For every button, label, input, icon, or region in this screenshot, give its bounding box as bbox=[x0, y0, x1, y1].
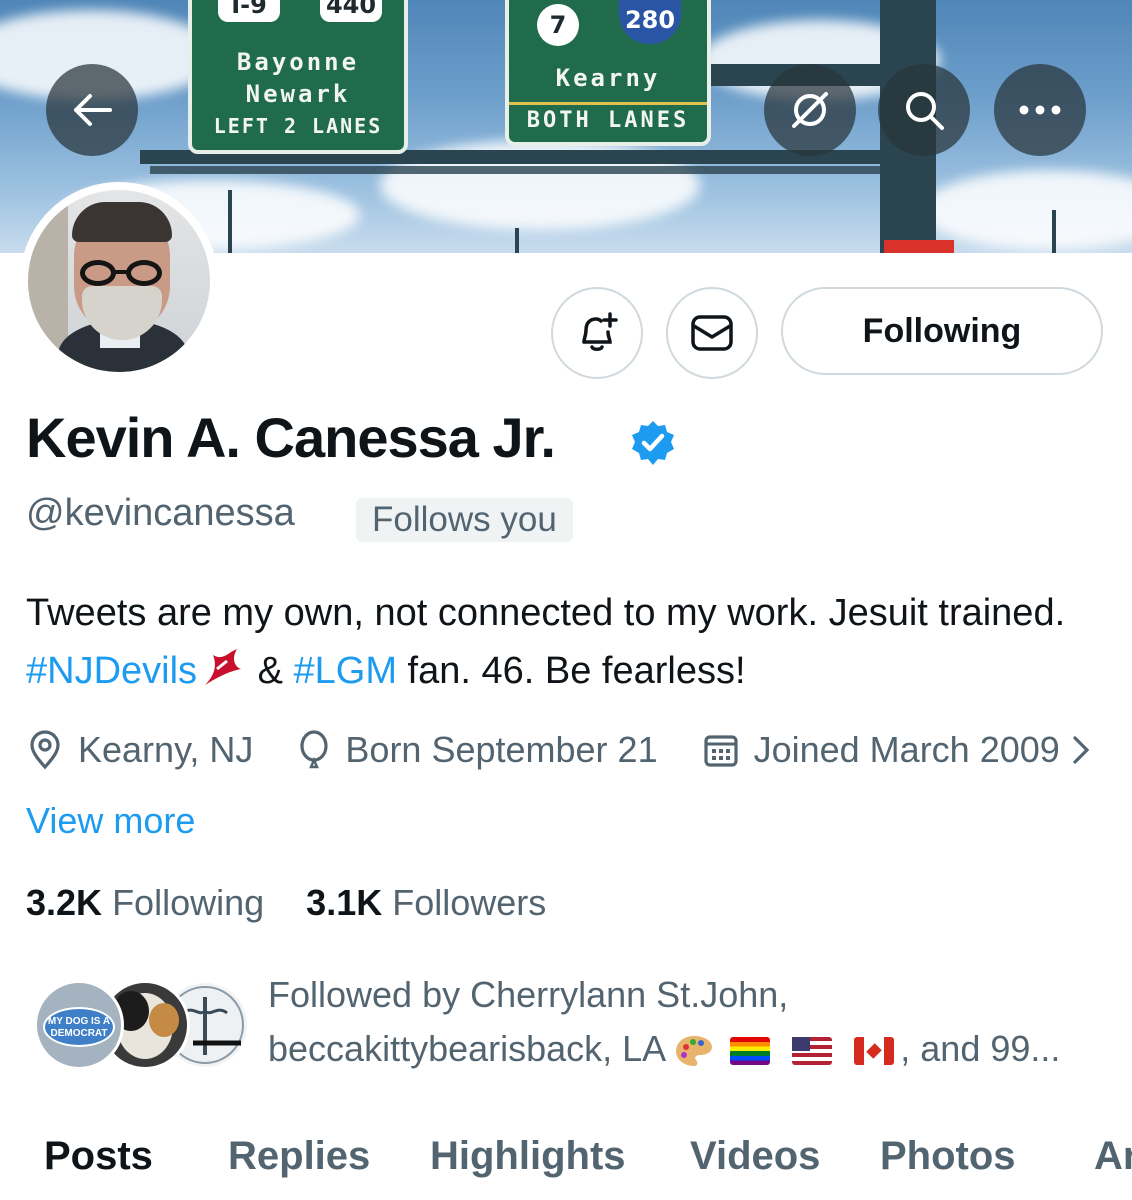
following-count-label: Following bbox=[112, 882, 265, 923]
profile-avatar[interactable] bbox=[20, 182, 218, 380]
message-button[interactable] bbox=[666, 287, 758, 379]
route-shield: I-9 bbox=[218, 0, 280, 22]
search-icon bbox=[906, 92, 944, 130]
route-shield: 280 bbox=[619, 0, 681, 44]
route-shield: 440 bbox=[320, 0, 382, 22]
follow-counts: 3.2K Following 3.1K Followers bbox=[26, 882, 546, 924]
tab-replies[interactable]: Replies bbox=[228, 1134, 370, 1179]
joined-item[interactable]: Joined March 2009 bbox=[702, 729, 1060, 771]
light-pole bbox=[228, 190, 232, 253]
sign-text: Kearny bbox=[555, 64, 661, 92]
sign-text: Bayonne bbox=[236, 48, 360, 76]
profile-bio: Tweets are my own, not connected to my w… bbox=[26, 584, 1116, 700]
chevron-right-icon[interactable] bbox=[1070, 733, 1092, 767]
hashtag-link[interactable]: #LGM bbox=[294, 650, 397, 692]
gantry-beam bbox=[150, 166, 910, 174]
more-dots-icon bbox=[1019, 105, 1061, 115]
mail-icon bbox=[691, 315, 733, 351]
followers-count: 3.1K bbox=[306, 882, 383, 923]
bell-plus-icon bbox=[582, 312, 618, 351]
tab-photos[interactable]: Photos bbox=[880, 1134, 1016, 1179]
notify-button[interactable] bbox=[551, 287, 643, 379]
red-sign bbox=[884, 240, 954, 253]
following-button[interactable]: Following bbox=[781, 287, 1103, 375]
grok-icon bbox=[792, 92, 828, 128]
us-flag-icon bbox=[792, 1037, 833, 1066]
rainbow-flag-icon bbox=[730, 1037, 771, 1066]
joined-text: Joined March 2009 bbox=[753, 729, 1060, 770]
bio-text: fan. 46. Be fearless! bbox=[397, 650, 746, 692]
location-pin-icon bbox=[30, 730, 60, 770]
view-more-link[interactable]: View more bbox=[26, 800, 195, 842]
route-shield: 7 bbox=[537, 4, 579, 46]
sign-text: BOTH LANES bbox=[509, 102, 707, 137]
followers-count-label: Followers bbox=[392, 882, 547, 923]
avatar-photo bbox=[28, 190, 210, 372]
sign-text: Newark bbox=[245, 80, 351, 108]
verified-badge-icon[interactable] bbox=[628, 418, 678, 468]
hashtag-link[interactable]: #NJDevils bbox=[26, 650, 197, 692]
birthday-item: Born September 21 bbox=[297, 729, 658, 771]
username-handle: @kevincanessa bbox=[26, 492, 295, 534]
birthday-text: Born September 21 bbox=[345, 729, 658, 770]
followed-by-more: , and 99... bbox=[900, 1028, 1061, 1069]
road-sign-right: 7 280 Kearny BOTH LANES bbox=[505, 0, 711, 146]
follows-you-badge: Follows you bbox=[356, 498, 573, 542]
followed-by-line2: beccakittybearisback, LA , and 99... bbox=[268, 1022, 1118, 1076]
calendar-icon bbox=[703, 735, 738, 767]
palette-emoji-icon bbox=[676, 1036, 713, 1067]
grok-button[interactable] bbox=[764, 64, 856, 156]
location-item: Kearny, NJ bbox=[26, 729, 253, 771]
back-button[interactable] bbox=[46, 64, 138, 156]
devils-horn-emoji-icon bbox=[205, 649, 242, 685]
bio-text: Tweets are my own, not connected to my w… bbox=[26, 592, 1066, 634]
light-pole bbox=[1052, 210, 1056, 253]
display-name: Kevin A. Canessa Jr. bbox=[26, 406, 556, 469]
road-sign-left: I-9 440 Bayonne Newark LEFT 2 LANES bbox=[188, 0, 408, 154]
banner-cloud bbox=[920, 170, 1132, 250]
tab-videos[interactable]: Videos bbox=[690, 1134, 820, 1179]
profile-meta: Kearny, NJ Born September 21 Joined Marc… bbox=[26, 724, 1092, 776]
location-text: Kearny, NJ bbox=[78, 729, 254, 770]
light-pole bbox=[515, 228, 519, 253]
following-count: 3.2K bbox=[26, 882, 103, 923]
profile-tabs: Posts Replies Highlights Videos Photos A… bbox=[0, 1128, 1132, 1200]
avatar-bumper-sticker: MY DOG IS A DEMOCRAT bbox=[43, 1007, 115, 1047]
followers-count-link[interactable]: 3.1K Followers bbox=[306, 882, 546, 923]
arrow-left-icon bbox=[74, 94, 112, 126]
bio-text: & bbox=[247, 650, 294, 692]
followed-by-line1: Followed by Cherrylann St.John, bbox=[268, 974, 789, 1015]
sign-text: LEFT 2 LANES bbox=[213, 114, 383, 138]
follower-avatar[interactable]: MY DOG IS A DEMOCRAT bbox=[34, 980, 124, 1070]
search-button[interactable] bbox=[878, 64, 970, 156]
followed-by-text[interactable]: Followed by Cherrylann St.John, beccakit… bbox=[268, 968, 1118, 1076]
following-count-link[interactable]: 3.2K Following bbox=[26, 882, 264, 923]
tab-articles[interactable]: Ar bbox=[1094, 1134, 1132, 1179]
balloon-icon bbox=[300, 730, 329, 769]
more-button[interactable] bbox=[994, 64, 1086, 156]
tab-highlights[interactable]: Highlights bbox=[430, 1134, 626, 1179]
followed-by-names: beccakittybearisback, LA bbox=[268, 1028, 665, 1069]
canada-flag-icon bbox=[854, 1037, 895, 1066]
tab-posts[interactable]: Posts bbox=[44, 1134, 153, 1179]
